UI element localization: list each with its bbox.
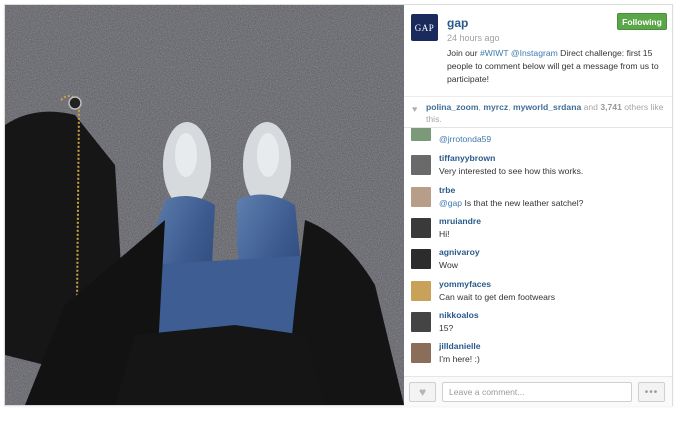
post-photo-image xyxy=(5,5,404,405)
comment-username[interactable]: agnivaroy xyxy=(439,247,480,257)
caption-hashtag[interactable]: #WIWT xyxy=(480,48,508,58)
liker-user[interactable]: myworld_srdana xyxy=(513,102,581,112)
likes-others-count[interactable]: 3,741 xyxy=(600,102,622,112)
comment-text: I'm here! :) xyxy=(439,354,480,364)
comment-item: nikkoalos 15? xyxy=(411,310,669,338)
comment-username[interactable]: mruiandre xyxy=(439,216,481,226)
comment-mention[interactable]: @gap xyxy=(439,198,462,208)
comment-username[interactable]: nikkoalos xyxy=(439,310,479,320)
comment-item: mruiandre Hi! xyxy=(411,216,669,244)
comment-text: @gap Is that the new leather satchel? xyxy=(439,198,583,208)
comment-username[interactable]: jilldanielle xyxy=(439,341,481,351)
gap-logo-text: GAP xyxy=(414,22,435,33)
liker-user[interactable]: polina_zoom xyxy=(426,102,479,112)
comment-text: Can wait to get dem footwears xyxy=(439,292,556,302)
ellipsis-icon: ••• xyxy=(644,386,659,398)
avatar[interactable] xyxy=(411,281,431,301)
post-caption: Join our #WIWT @Instagram Direct challen… xyxy=(447,47,663,86)
likes-summary: ♥ polina_zoom, myrcz, myworld_srdana and … xyxy=(404,96,672,128)
comment-text: Wow xyxy=(439,260,458,270)
comments-list[interactable]: @jrrotonda59 tiffanyybrown Very interest… xyxy=(404,128,672,378)
post-timestamp: 24 hours ago xyxy=(447,33,500,43)
comment-item: yommyfaces Can wait to get dem footwears xyxy=(411,279,669,307)
avatar[interactable] xyxy=(411,249,431,269)
comment-text: Hi! xyxy=(439,229,450,239)
avatar[interactable] xyxy=(411,187,431,207)
comment-item: tiffanyybrown Very interested to see how… xyxy=(411,153,669,181)
comment-username[interactable]: yommyfaces xyxy=(439,279,491,289)
comment-username[interactable]: trbe xyxy=(439,185,455,195)
comment-text: Very interested to see how this works. xyxy=(439,166,584,176)
caption-text: Join our xyxy=(447,48,480,58)
heart-icon: ♥ xyxy=(412,104,418,114)
caption-mention[interactable]: @Instagram xyxy=(511,48,558,58)
comment-footer: ♥ ••• xyxy=(404,376,672,406)
comment-text: 15? xyxy=(439,323,454,333)
post-photo[interactable] xyxy=(5,5,404,405)
avatar[interactable] xyxy=(411,312,431,332)
comment-item: @jrrotonda59 xyxy=(411,128,669,147)
comment-input[interactable] xyxy=(442,382,632,402)
liker-user[interactable]: myrcz xyxy=(483,102,508,112)
likes-and: and xyxy=(581,102,601,112)
post-card: GAP gap 24 hours ago Join our #WIWT @Ins… xyxy=(4,4,673,406)
avatar[interactable] xyxy=(411,128,431,141)
comment-item: jilldanielle I'm here! :) xyxy=(411,341,669,369)
post-header: GAP gap 24 hours ago Join our #WIWT @Ins… xyxy=(404,5,672,93)
post-username[interactable]: gap xyxy=(447,16,468,30)
avatar[interactable] xyxy=(411,343,431,363)
comment-text: @jrrotonda59 xyxy=(439,134,491,144)
heart-icon: ♥ xyxy=(418,385,427,399)
following-button[interactable]: Following xyxy=(617,13,667,30)
gap-logo[interactable]: GAP xyxy=(411,14,438,41)
avatar[interactable] xyxy=(411,155,431,175)
comment-body: Is that the new leather satchel? xyxy=(462,198,584,208)
comment-item: trbe @gap Is that the new leather satche… xyxy=(411,185,669,213)
comment-item: agnivaroy Wow xyxy=(411,247,669,275)
avatar[interactable] xyxy=(411,218,431,238)
more-options-button[interactable]: ••• xyxy=(638,382,665,402)
like-button[interactable]: ♥ xyxy=(409,382,436,402)
comment-mention[interactable]: @jrrotonda59 xyxy=(439,134,491,144)
comment-username[interactable]: tiffanyybrown xyxy=(439,153,495,163)
post-sidebar: GAP gap 24 hours ago Join our #WIWT @Ins… xyxy=(404,5,672,406)
